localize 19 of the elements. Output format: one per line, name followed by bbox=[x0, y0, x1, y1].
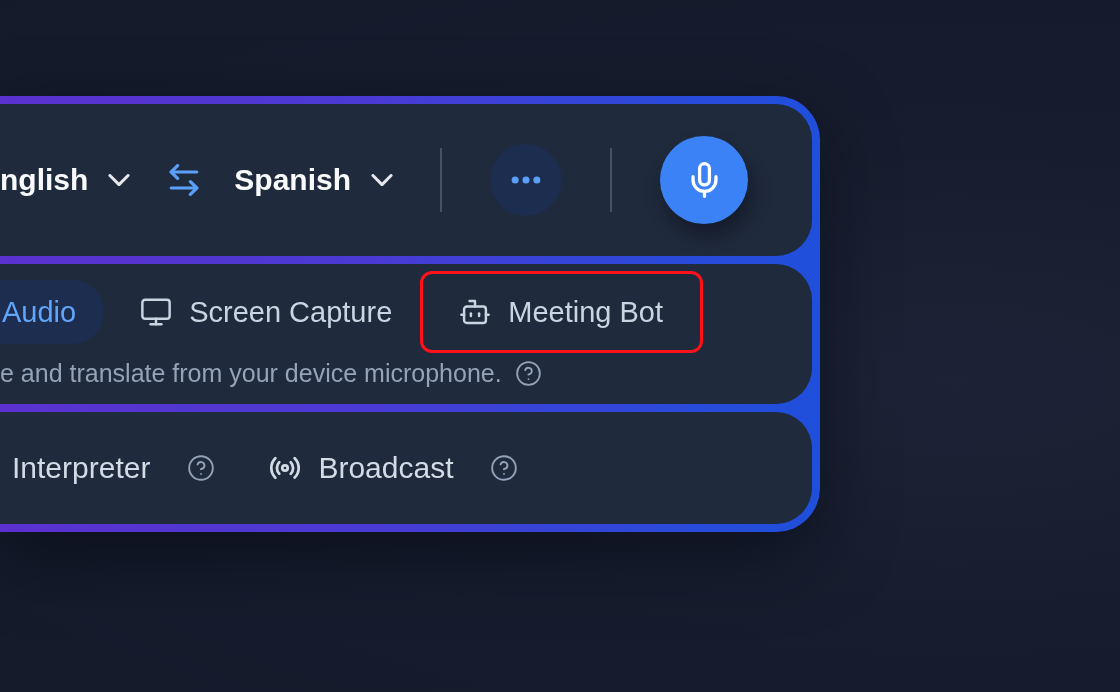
swap-icon[interactable] bbox=[168, 164, 201, 196]
input-mode-tab[interactable]: Audio bbox=[0, 280, 105, 344]
chevron-down-icon bbox=[371, 173, 394, 187]
target-language-select[interactable]: Spanish bbox=[234, 162, 394, 198]
chevron-down-icon bbox=[108, 173, 131, 187]
source-language-select[interactable]: nglish bbox=[0, 162, 131, 198]
help-icon[interactable] bbox=[188, 455, 215, 481]
help-icon[interactable] bbox=[491, 455, 518, 481]
input-mode-tab[interactable]: Meeting Bot bbox=[432, 280, 692, 344]
output-mode-option[interactable]: Interpreter bbox=[12, 451, 151, 485]
broadcast-icon bbox=[270, 456, 301, 480]
more-icon bbox=[511, 176, 541, 184]
input-mode-tab[interactable]: Screen Capture bbox=[113, 280, 421, 344]
microphone-icon bbox=[690, 162, 718, 198]
mode-description: e and translate from your device microphone. bbox=[0, 358, 502, 388]
monitor-icon bbox=[141, 297, 172, 327]
help-icon[interactable] bbox=[515, 360, 541, 386]
robot-icon bbox=[460, 297, 491, 327]
output-mode-option[interactable]: Broadcast bbox=[270, 451, 454, 485]
